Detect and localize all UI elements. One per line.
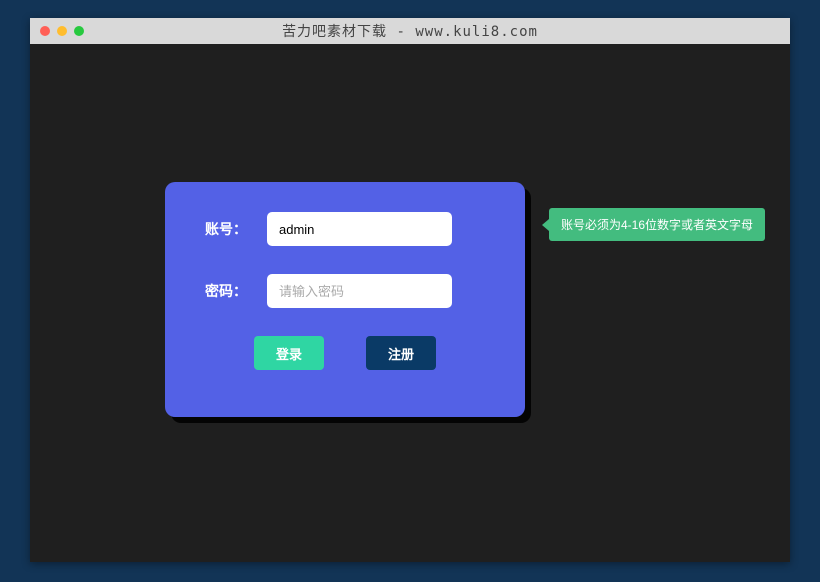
window-title: 苦力吧素材下载 - www.kuli8.com (30, 21, 790, 41)
traffic-lights (40, 26, 84, 36)
login-button[interactable]: 登录 (254, 336, 324, 370)
validation-tooltip: 账号必须为4-16位数字或者英文字母 (549, 208, 765, 241)
password-row: 密码： (165, 274, 525, 308)
username-label: 账号： (205, 219, 267, 239)
username-row: 账号： (165, 212, 525, 246)
window-titlebar: 苦力吧素材下载 - www.kuli8.com (30, 18, 790, 44)
register-button[interactable]: 注册 (366, 336, 436, 370)
minimize-icon[interactable] (57, 26, 67, 36)
password-label: 密码： (205, 281, 267, 301)
button-row: 登录 注册 (165, 336, 525, 370)
window-content: 账号： 密码： 登录 注册 账号必须为4-16位数字或者英文字母 (30, 44, 790, 562)
maximize-icon[interactable] (74, 26, 84, 36)
browser-window: 苦力吧素材下载 - www.kuli8.com 账号： 密码： 登录 注册 账号… (30, 18, 790, 562)
close-icon[interactable] (40, 26, 50, 36)
username-input[interactable] (267, 212, 452, 246)
login-card: 账号： 密码： 登录 注册 (165, 182, 525, 417)
password-input[interactable] (267, 274, 452, 308)
